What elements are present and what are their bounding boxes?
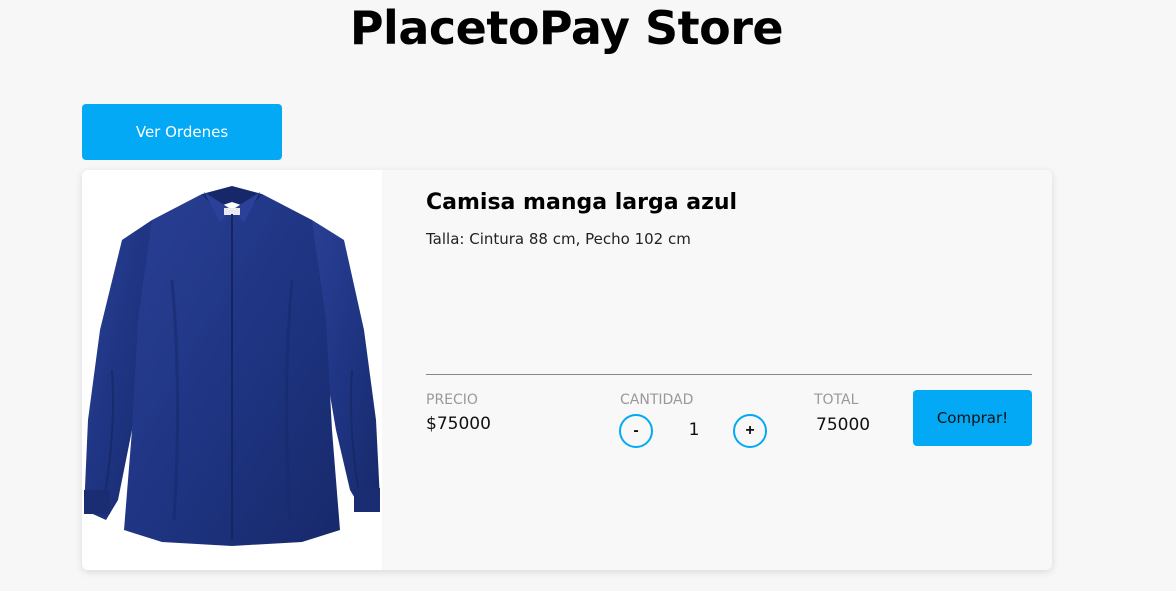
total-value: 75000 [816,415,871,435]
increment-quantity-button[interactable]: + [733,414,767,448]
price-label: PRECIO [426,392,478,408]
divider [426,374,1032,375]
price-value: $75000 [426,414,491,434]
shirt-image [84,186,380,546]
product-image [82,170,382,570]
page-title: PlacetoPay Store [349,1,784,55]
quantity-value: 1 [688,420,700,440]
product-name: Camisa manga larga azul [426,190,738,215]
quantity-label: CANTIDAD [620,392,694,408]
product-card: Camisa manga larga azul Talla: Cintura 8… [82,170,1052,570]
total-label: TOTAL [814,392,859,408]
product-description: Talla: Cintura 88 cm, Pecho 102 cm [426,230,691,248]
view-orders-button[interactable]: Ver Ordenes [82,104,282,160]
buy-button[interactable]: Comprar! [913,390,1032,446]
decrement-quantity-button[interactable]: - [619,414,653,448]
